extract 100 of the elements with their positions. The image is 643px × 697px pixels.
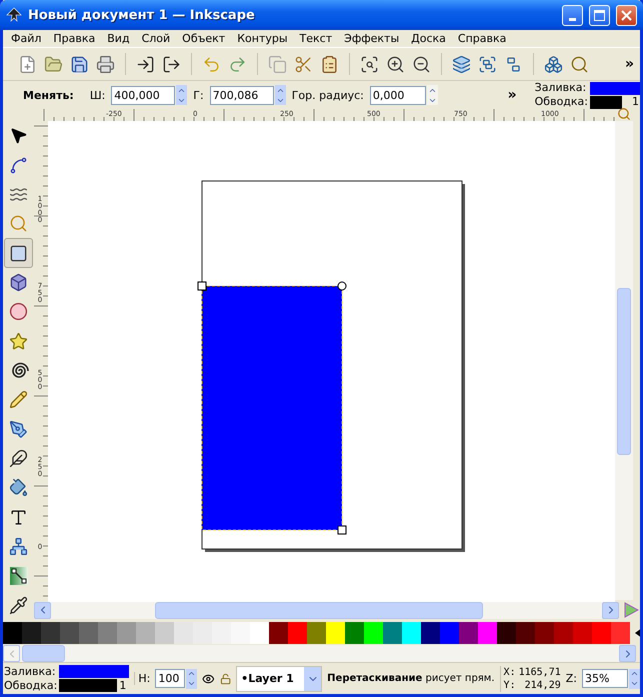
y-label: Y:	[504, 678, 516, 692]
menu-item[interactable]: Объект	[176, 30, 232, 47]
palette-swatch[interactable]	[117, 622, 136, 644]
palette-swatch[interactable]	[136, 622, 155, 644]
spin-down-button[interactable]	[426, 95, 438, 105]
palette-swatch[interactable]	[478, 622, 497, 644]
spin-up-button[interactable]	[629, 668, 640, 678]
scroll-right-button[interactable]	[619, 645, 636, 662]
palette-swatch[interactable]	[22, 622, 41, 644]
palette-swatch[interactable]	[440, 622, 459, 644]
palette-swatch[interactable]	[155, 622, 174, 644]
zoom-drawing-icon	[386, 54, 405, 74]
spin-up-button[interactable]	[176, 85, 188, 95]
menu-item[interactable]: Вид	[101, 30, 136, 47]
spin-down-button[interactable]	[186, 678, 198, 688]
palette-swatch[interactable]	[345, 622, 364, 644]
palette-swatch[interactable]	[459, 622, 478, 644]
number-field[interactable]: 700,086	[210, 86, 274, 104]
gradient-icon	[8, 566, 28, 586]
palette-swatch[interactable]	[41, 622, 60, 644]
palette-swatch[interactable]	[231, 622, 250, 644]
zoom-label: Z:	[566, 672, 577, 685]
fill-swatch[interactable]	[59, 665, 130, 678]
x-label: X:	[504, 666, 516, 678]
resize-handle[interactable]	[198, 282, 206, 290]
palette-swatch[interactable]	[611, 622, 630, 644]
palette-swatch[interactable]	[60, 622, 79, 644]
spin-down-button[interactable]	[629, 678, 640, 688]
palette-swatch[interactable]	[307, 622, 326, 644]
rectangle-icon	[9, 244, 28, 263]
toolbar-overflow-button[interactable]: »	[624, 56, 634, 72]
menu-item[interactable]: Контуры	[231, 30, 294, 47]
x-coordinate: 1165,71	[518, 666, 561, 678]
palette-swatch[interactable]	[174, 622, 193, 644]
palette-swatch[interactable]	[79, 622, 98, 644]
maximize-icon	[594, 10, 605, 20]
spin-down-button[interactable]	[274, 95, 286, 105]
palette-swatch[interactable]	[326, 622, 345, 644]
menu-item[interactable]: Текст	[294, 30, 338, 47]
stroke-swatch[interactable]	[59, 679, 118, 692]
controls-overflow-button[interactable]: »	[508, 87, 517, 103]
palette-swatch[interactable]	[592, 622, 611, 644]
minimize-button[interactable]	[562, 4, 583, 26]
palette-swatch[interactable]	[250, 622, 269, 644]
spin-up-button[interactable]	[186, 668, 198, 678]
number-field[interactable]: 400,000	[111, 86, 176, 104]
spin-up-button[interactable]	[274, 85, 286, 95]
paste-icon	[320, 54, 339, 74]
close-button[interactable]	[616, 4, 637, 26]
fill-swatch[interactable]	[590, 82, 640, 94]
menu-item[interactable]: Слой	[136, 30, 176, 47]
menu-item[interactable]: Эффекты	[338, 30, 406, 47]
scrollbar-thumb[interactable]	[617, 288, 631, 455]
palette-swatch[interactable]	[497, 622, 516, 644]
menu-item[interactable]: Справка	[452, 30, 512, 47]
spin-down-button[interactable]	[176, 95, 188, 105]
menu-item[interactable]: Файл	[5, 30, 48, 47]
palette-swatch[interactable]	[288, 622, 307, 644]
palette-swatch[interactable]	[554, 622, 573, 644]
menu-item[interactable]: Доска	[405, 30, 452, 47]
palette-swatch[interactable]	[3, 622, 22, 644]
palette-swatch[interactable]	[383, 622, 402, 644]
scrollbar-thumb[interactable]	[22, 645, 65, 662]
scrollbar-thumb[interactable]	[155, 602, 483, 618]
fill-label: Заливка:	[534, 81, 588, 95]
number-field[interactable]: 100	[155, 669, 186, 688]
palette-swatch[interactable]	[516, 622, 535, 644]
number-field[interactable]: 35%	[582, 669, 628, 688]
maximize-button[interactable]	[589, 4, 610, 26]
tool-button[interactable]	[4, 238, 33, 268]
scroll-left-button[interactable]	[34, 602, 51, 618]
palette-swatch[interactable]	[193, 622, 212, 644]
palette-swatch[interactable]	[421, 622, 440, 644]
resize-handle[interactable]	[338, 526, 346, 534]
palette-menu-icon[interactable]	[635, 628, 640, 638]
app-logo-icon	[6, 7, 22, 23]
corner-handle[interactable]	[338, 282, 346, 290]
palette-swatch[interactable]	[269, 622, 288, 644]
number-field[interactable]: 0,000	[370, 86, 426, 104]
zoom-button[interactable]	[615, 107, 633, 121]
node-icon	[9, 156, 28, 175]
palette-swatch[interactable]	[573, 622, 592, 644]
scroll-right-button[interactable]	[602, 602, 619, 618]
undo-icon	[202, 54, 221, 74]
cut-icon	[294, 54, 313, 74]
menu-item[interactable]: Правка	[47, 30, 102, 47]
find-icon	[570, 54, 589, 74]
layer-dropdown[interactable]: •Layer 1	[236, 666, 322, 692]
stroke-swatch[interactable]	[590, 96, 622, 108]
palette-swatch[interactable]	[212, 622, 231, 644]
palette-swatch[interactable]	[364, 622, 383, 644]
redo-icon	[228, 54, 247, 74]
palette-swatch[interactable]	[535, 622, 554, 644]
duplicate-icon	[452, 54, 471, 74]
zoom-selection-icon	[360, 54, 379, 74]
palette-swatch[interactable]	[98, 622, 117, 644]
printer-icon	[96, 54, 115, 74]
connector-icon	[9, 537, 28, 556]
spin-up-button[interactable]	[426, 85, 438, 95]
palette-swatch[interactable]	[402, 622, 421, 644]
